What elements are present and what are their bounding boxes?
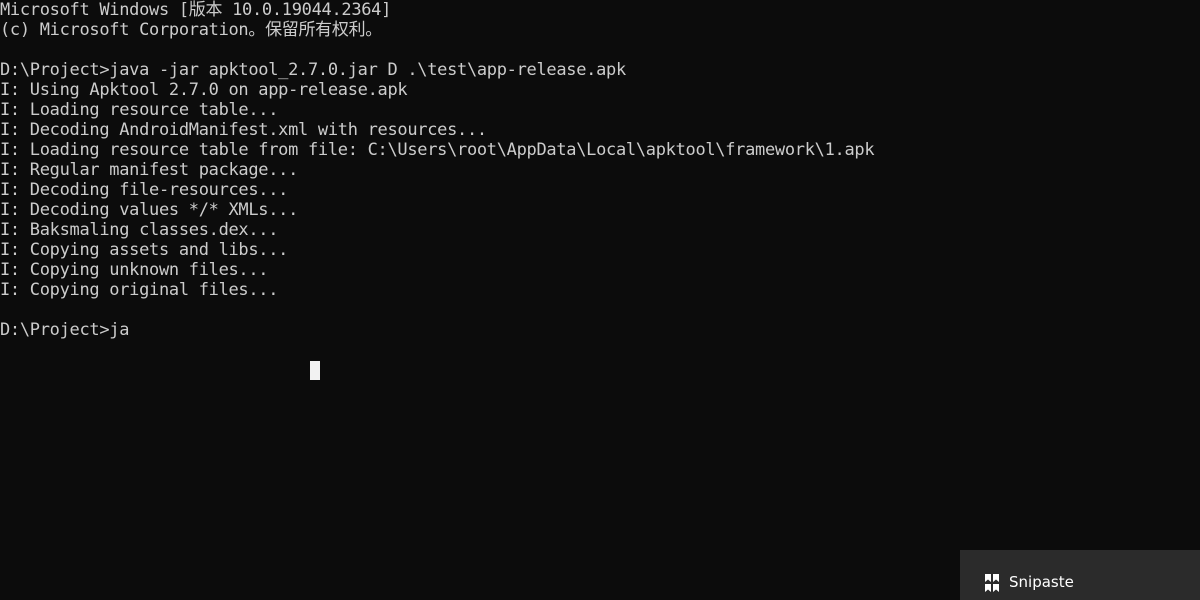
terminal-line: I: Copying original files... [0,280,279,300]
notification-title: Snipaste [1009,573,1074,591]
terminal-line: Microsoft Windows [版本 10.0.19044.2364] [0,0,392,20]
terminal-line: I: Regular manifest package... [0,160,299,180]
terminal-prompt-line[interactable]: D:\Project>ja [0,320,129,340]
terminal-line: D:\Project>java -jar apktool_2.7.0.jar D… [0,60,626,80]
terminal-line: I: Copying assets and libs... [0,240,289,260]
terminal-line: I: Decoding values */* XMLs... [0,200,299,220]
terminal-line: (c) Microsoft Corporation。保留所有权利。 [0,20,382,40]
terminal-line: I: Using Apktool 2.7.0 on app-release.ap… [0,80,408,100]
snipaste-icon [985,574,999,592]
terminal-line: I: Baksmaling classes.dex... [0,220,279,240]
terminal-line: I: Decoding file-resources... [0,180,289,200]
terminal-window[interactable]: Microsoft Windows [版本 10.0.19044.2364] (… [0,0,1200,600]
terminal-line: I: Copying unknown files... [0,260,269,280]
terminal-line: I: Loading resource table from file: C:\… [0,140,875,160]
text-cursor [310,361,320,380]
terminal-line: I: Decoding AndroidManifest.xml with res… [0,120,487,140]
terminal-line: I: Loading resource table... [0,100,279,120]
snipaste-notification[interactable]: Snipaste [960,550,1200,600]
